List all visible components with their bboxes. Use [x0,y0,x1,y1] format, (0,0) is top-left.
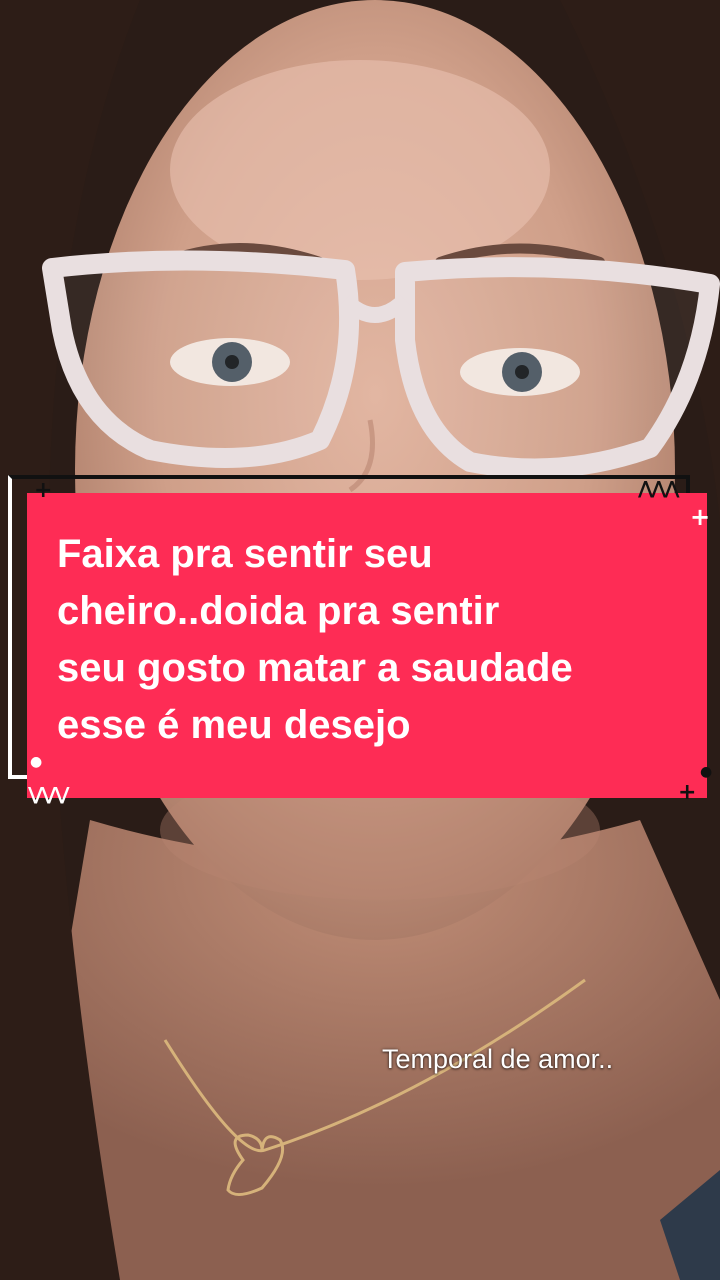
overlay-text: Faixa pra sentir seu cheiro..doida pra s… [57,526,677,754]
overlay-line-1: Faixa pra sentir seu [57,532,433,576]
overlay-line-4: esse é meu desejo [57,703,411,747]
zigzag-icon: ⋁⋁⋁ [28,784,69,805]
plus-icon: + [34,478,53,503]
caption-text: Temporal de amor.. [382,1044,614,1074]
overlay-line-3: seu gosto matar a saudade [57,646,573,690]
dot-icon: ● [30,754,43,770]
plus-icon: + [678,780,697,805]
dot-icon: ● [700,764,713,780]
plus-icon: + [690,503,711,531]
zigzag-icon: ⋀⋀⋀ [638,478,679,499]
overlay-line-2: cheiro..doida pra sentir [57,589,500,633]
